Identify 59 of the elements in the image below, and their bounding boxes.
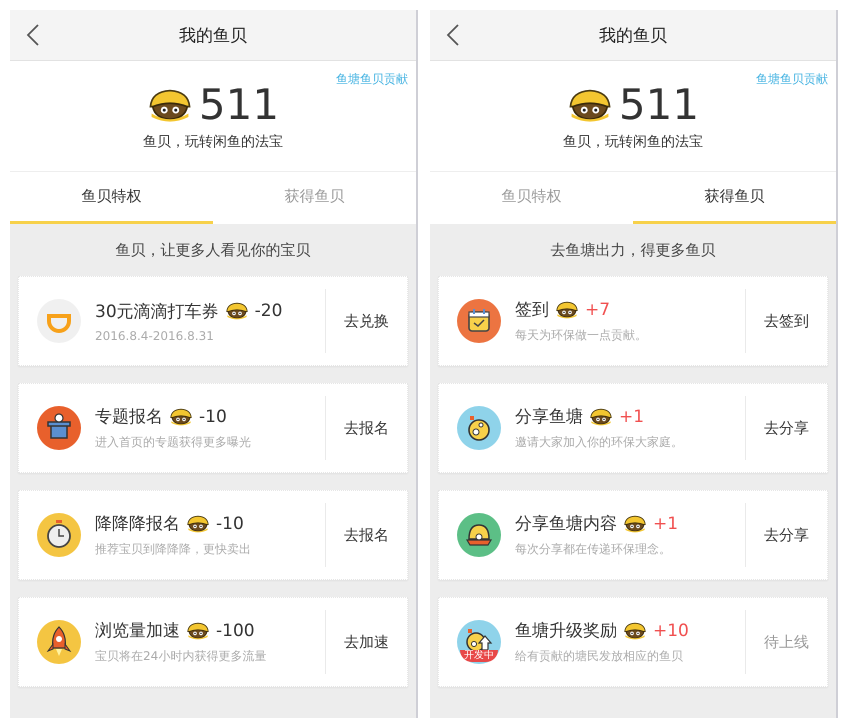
item-description: 每天为环保做一点贡献。: [515, 327, 648, 344]
shell-amount: -20: [254, 301, 282, 321]
shell-icon: [589, 408, 613, 426]
pearl-shell-icon: [457, 513, 501, 557]
item-title: 鱼塘升级奖励: [515, 620, 617, 642]
back-icon[interactable]: [26, 24, 40, 46]
shell-amount: -100: [216, 620, 255, 640]
item-title: 分享鱼塘: [515, 406, 583, 428]
item-title: 30元滴滴打车券: [95, 300, 219, 322]
back-icon[interactable]: [446, 24, 460, 46]
item-description: 进入首页的专题获得更多曝光: [95, 434, 252, 451]
item-title: 签到: [515, 299, 549, 321]
tab[interactable]: 鱼贝特权: [10, 172, 213, 224]
action-button[interactable]: 去兑换: [325, 289, 407, 353]
item-title: 分享鱼塘内容: [515, 513, 617, 535]
shell-icon: [555, 300, 579, 318]
shell-amount: +7: [585, 300, 610, 320]
action-button[interactable]: 去签到: [745, 289, 827, 353]
action-button[interactable]: 去报名: [325, 503, 407, 567]
balance-value: 511: [618, 83, 700, 127]
action-button[interactable]: 去分享: [745, 503, 827, 567]
page-title: 我的鱼贝: [599, 24, 667, 46]
shell-icon: [186, 622, 210, 640]
balance-value: 511: [198, 83, 280, 127]
shell-icon: [146, 88, 193, 122]
action-button[interactable]: 去加速: [325, 610, 407, 674]
shell-amount: +1: [653, 514, 678, 534]
shell-amount: -10: [216, 514, 244, 534]
shell-icon: [566, 88, 613, 122]
section-caption: 去鱼塘出力，得更多鱼贝: [550, 240, 716, 260]
action-button[interactable]: 去分享: [745, 396, 827, 460]
item-description: 推荐宝贝到降降降，更快卖出: [95, 541, 252, 558]
page-title: 我的鱼贝: [179, 24, 247, 46]
item-description: 2016.8.4-2016.8.31: [95, 328, 215, 342]
item-description: 宝贝将在24小时内获得更多流量: [95, 648, 268, 665]
section-caption: 鱼贝，让更多人看见你的宝贝: [116, 240, 310, 260]
action-button[interactable]: 去报名: [325, 396, 407, 460]
item-title: 浏览量加速: [95, 620, 180, 642]
shell-icon: [224, 302, 249, 320]
item-description: 邀请大家加入你的环保大家庭。: [515, 434, 684, 451]
shell-amount: +1: [619, 406, 644, 426]
shell-amount: -10: [199, 406, 227, 426]
calendar-icon: [457, 299, 501, 343]
item-title: 降降降报名: [95, 513, 180, 535]
shell-icon: [186, 514, 210, 532]
shell-icon: [623, 622, 647, 640]
shell-icon: [623, 514, 647, 532]
item-description: 给有贡献的塘民发放相应的鱼贝: [515, 648, 684, 665]
shell-icon: [169, 408, 193, 426]
item-description: 每次分享都在传递环保理念。: [515, 541, 672, 558]
tab[interactable]: 获得鱼贝: [633, 172, 836, 224]
shell-amount: +10: [653, 620, 689, 640]
planet-icon: [457, 406, 501, 450]
tagline: 鱼贝，玩转闲鱼的法宝: [563, 133, 703, 151]
rocket-icon: [37, 620, 81, 664]
stopwatch-icon: [37, 513, 81, 557]
status-badge: 开发中: [460, 650, 498, 662]
item-title: 专题报名: [95, 406, 163, 428]
tagline: 鱼贝，玩转闲鱼的法宝: [143, 133, 283, 151]
